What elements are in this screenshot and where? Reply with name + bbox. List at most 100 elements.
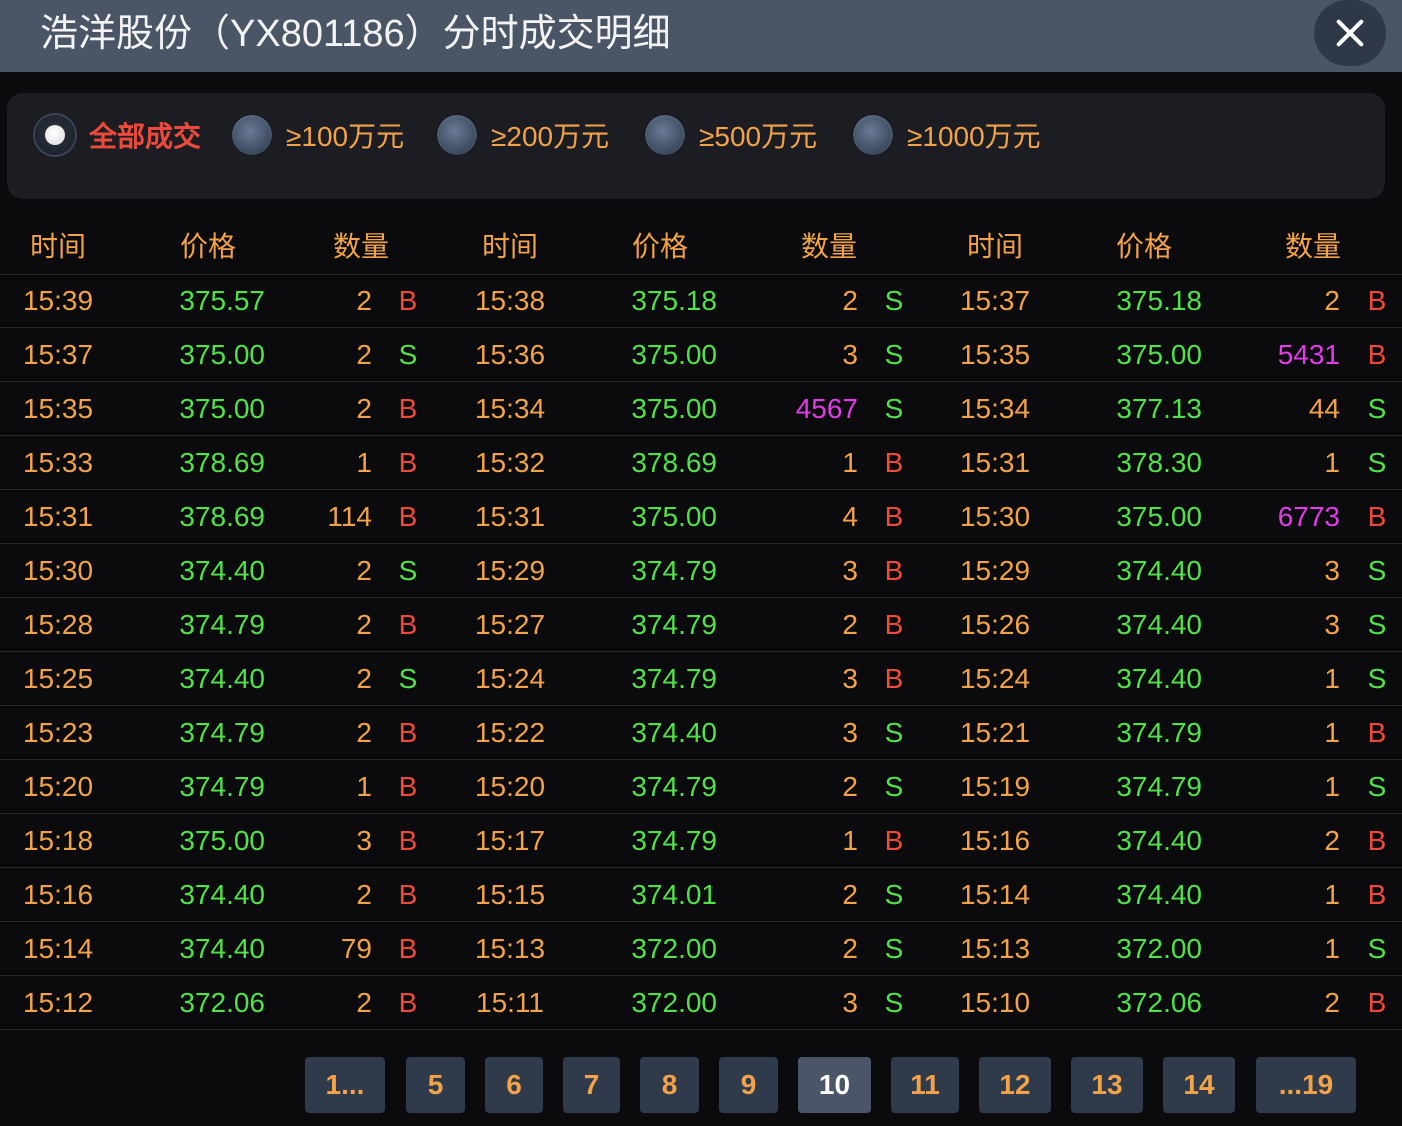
trade-price: 374.40	[179, 933, 265, 964]
table-row: 15:20 374.79 1 B 15:20 374.79 2 S 15:19 374.79 1 S	[0, 760, 1402, 814]
trade-direction: S	[398, 339, 418, 370]
trade-time: 15:30	[959, 501, 1031, 532]
trade-price: 374.79	[631, 663, 717, 694]
trade-time: 15:11	[476, 987, 544, 1018]
page-button[interactable]: 13	[1071, 1057, 1143, 1113]
page-button[interactable]: 11	[891, 1057, 959, 1113]
radio-icon[interactable]	[645, 115, 685, 155]
trade-price: 372.00	[1116, 933, 1202, 964]
radio-icon[interactable]	[437, 115, 477, 155]
title-bar: 浩洋股份（YX801186）分时成交明细	[0, 0, 1402, 72]
trade-direction: S	[1367, 555, 1387, 586]
table-row: 15:33 378.69 1 B 15:32 378.69 1 B 15:31 378.30 1 S	[0, 436, 1402, 490]
trade-qty: 1	[1324, 879, 1340, 910]
filter-label: ≥500万元	[699, 121, 818, 152]
table-row: 15:31 378.69 114 B 15:31 375.00 4 B 15:30 375.00 6…	[0, 490, 1402, 544]
pagination: 1... 5 6 7 8 9 10 11 12 13 14 ...19	[0, 1057, 1402, 1113]
radio-selected-icon[interactable]	[35, 115, 75, 155]
page-button[interactable]: 1...	[305, 1057, 385, 1113]
page-button[interactable]: 14	[1163, 1057, 1235, 1113]
trade-qty: 2	[356, 339, 372, 370]
trade-qty: 1	[1324, 663, 1340, 694]
trade-qty: 3	[842, 339, 858, 370]
table-row: 15:28 374.79 2 B 15:27 374.79 2 B 15:26 374.40 3 S	[0, 598, 1402, 652]
filter-option-200w[interactable]: ≥200万元	[437, 113, 609, 157]
page-button[interactable]: 6	[485, 1057, 543, 1113]
trade-price: 374.79	[1116, 771, 1202, 802]
close-icon[interactable]	[1314, 0, 1386, 66]
trade-price: 374.79	[631, 609, 717, 640]
trade-time: 15:31	[22, 501, 94, 532]
trade-time: 15:28	[22, 609, 94, 640]
trade-price: 375.18	[1116, 285, 1202, 316]
page-button[interactable]: 9	[719, 1057, 778, 1113]
trade-direction: B	[398, 825, 418, 856]
trade-direction: S	[884, 987, 904, 1018]
filter-option-500w[interactable]: ≥500万元	[645, 113, 817, 157]
trade-direction: B	[398, 933, 418, 964]
page-button[interactable]: 5	[406, 1057, 465, 1113]
header-time: 时间	[482, 231, 539, 262]
trade-direction: B	[1367, 501, 1387, 532]
header-price: 价格	[632, 231, 689, 262]
trade-direction: S	[884, 393, 904, 424]
trade-direction: B	[398, 393, 418, 424]
filter-panel: 全部成交 ≥100万元 ≥200万元 ≥500万元 ≥1000万元	[7, 93, 1385, 199]
header-qty: 数量	[333, 231, 390, 262]
trade-time: 15:30	[22, 555, 94, 586]
trade-qty: 5431	[1277, 339, 1340, 370]
trade-qty: 2	[842, 879, 858, 910]
filter-option-1000w[interactable]: ≥1000万元	[853, 113, 1041, 157]
trade-time: 15:20	[474, 771, 546, 802]
trade-time: 15:17	[474, 825, 546, 856]
trade-direction: B	[1367, 879, 1387, 910]
trade-qty: 2	[356, 393, 372, 424]
trade-direction: S	[1367, 447, 1387, 478]
trade-direction: S	[1367, 393, 1387, 424]
trade-time: 15:24	[474, 663, 546, 694]
filter-option-100w[interactable]: ≥100万元	[232, 113, 404, 157]
trade-direction: S	[398, 555, 418, 586]
trade-price: 375.57	[179, 285, 265, 316]
trade-time: 15:21	[959, 717, 1031, 748]
filter-option-all[interactable]: 全部成交	[35, 113, 201, 157]
trade-time: 15:34	[474, 393, 546, 424]
trade-qty: 4567	[795, 393, 858, 424]
page-button[interactable]: 8	[640, 1057, 699, 1113]
table-row: 15:16 374.40 2 B 15:15 374.01 2 S 15:14 374.40 1 B	[0, 868, 1402, 922]
header-qty: 数量	[801, 231, 858, 262]
trade-time: 15:14	[22, 933, 94, 964]
trade-qty: 3	[1324, 609, 1340, 640]
trade-time: 15:29	[474, 555, 546, 586]
page-button[interactable]: 12	[979, 1057, 1051, 1113]
trade-price: 375.00	[179, 339, 265, 370]
trade-time: 15:26	[959, 609, 1031, 640]
trade-price: 378.30	[1116, 447, 1202, 478]
page-button[interactable]: 10	[798, 1057, 871, 1113]
trade-direction: S	[884, 285, 904, 316]
radio-icon[interactable]	[232, 115, 272, 155]
radio-icon[interactable]	[853, 115, 893, 155]
trade-price: 372.06	[179, 987, 265, 1018]
trade-time: 15:25	[22, 663, 94, 694]
trade-price: 375.18	[631, 285, 717, 316]
trade-qty: 3	[356, 825, 372, 856]
trade-qty: 1	[842, 825, 858, 856]
trade-direction: B	[398, 609, 418, 640]
trade-time: 15:37	[959, 285, 1031, 316]
page-button[interactable]: 7	[563, 1057, 620, 1113]
trade-price: 374.40	[631, 717, 717, 748]
trade-price: 374.40	[179, 879, 265, 910]
trade-direction: B	[398, 717, 418, 748]
page-button[interactable]: ...19	[1256, 1057, 1356, 1113]
table-row: 15:39 375.57 2 B 15:38 375.18 2 S 15:37 375.18 2 B	[0, 274, 1402, 328]
table-row: 15:30 374.40 2 S 15:29 374.79 3 B 15:29 374.40 3 S	[0, 544, 1402, 598]
table-row: 15:14 374.40 79 B 15:13 372.00 2 S 15:13 372.00 1 S	[0, 922, 1402, 976]
trade-qty: 2	[842, 609, 858, 640]
trade-direction: S	[884, 771, 904, 802]
trade-direction: S	[884, 339, 904, 370]
filter-label: ≥1000万元	[907, 121, 1041, 152]
trade-qty: 6773	[1277, 501, 1340, 532]
trade-price: 375.00	[179, 825, 265, 856]
trade-qty: 3	[842, 555, 858, 586]
